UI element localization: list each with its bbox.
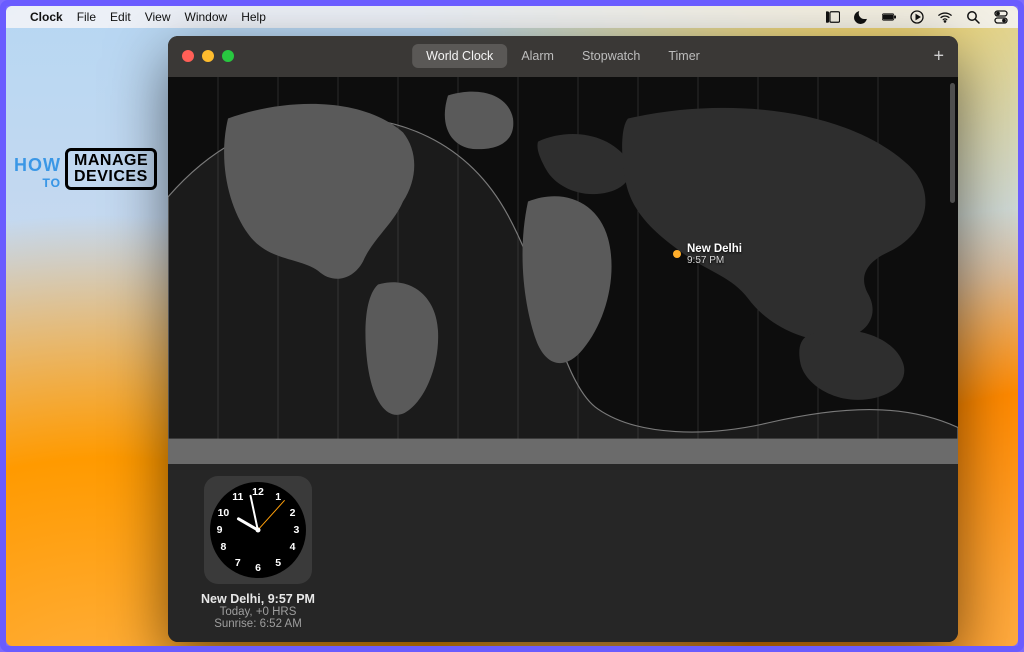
second-hand: [258, 500, 286, 531]
card-offset: Today, +0 HRS: [201, 606, 315, 618]
menu-edit[interactable]: Edit: [110, 10, 131, 24]
menu-file[interactable]: File: [77, 10, 96, 24]
battery-icon[interactable]: [882, 10, 896, 24]
screen-mirroring-icon[interactable]: [910, 10, 924, 24]
menu-help[interactable]: Help: [241, 10, 266, 24]
wifi-icon[interactable]: [938, 10, 952, 24]
titlebar: World Clock Alarm Stopwatch Timer +: [168, 36, 958, 77]
menubar: Clock File Edit View Window Help: [6, 6, 1018, 28]
city-pin-name: New Delhi: [687, 243, 742, 255]
menu-window[interactable]: Window: [185, 10, 228, 24]
tab-stopwatch[interactable]: Stopwatch: [568, 44, 654, 68]
add-clock-button[interactable]: +: [933, 46, 944, 67]
menu-view[interactable]: View: [145, 10, 171, 24]
minimize-button[interactable]: [202, 50, 214, 62]
watermark-line1: MANAGE: [74, 152, 148, 169]
zoom-button[interactable]: [222, 50, 234, 62]
clock-card-new-delhi[interactable]: 12 1 2 3 4 5 6 7 8 9 10 11: [182, 476, 334, 630]
watermark-how: HOW: [14, 155, 61, 175]
map-scrollbar[interactable]: [950, 83, 955, 203]
menubar-right: [826, 10, 1008, 24]
pin-dot-icon: [673, 250, 681, 258]
menubar-left: Clock File Edit View Window Help: [16, 10, 266, 24]
city-pin-time: 9:57 PM: [687, 255, 742, 266]
control-center-icon[interactable]: [994, 10, 1008, 24]
close-button[interactable]: [182, 50, 194, 62]
world-map-svg: [168, 77, 958, 464]
analog-clock: 12 1 2 3 4 5 6 7 8 9 10 11: [210, 482, 306, 578]
tab-alarm[interactable]: Alarm: [507, 44, 568, 68]
watermark-line2: DEVICES: [74, 169, 148, 185]
card-title: New Delhi, 9:57 PM: [201, 592, 315, 606]
watermark-logo: HOW TO MANAGE DEVICES: [14, 148, 157, 190]
clock-pivot: [256, 528, 261, 533]
world-map[interactable]: New Delhi 9:57 PM: [168, 77, 958, 464]
window-controls: [182, 50, 234, 62]
menubar-app-name[interactable]: Clock: [30, 10, 63, 24]
spotlight-icon[interactable]: [966, 10, 980, 24]
card-sunrise: Sunrise: 6:52 AM: [201, 618, 315, 630]
stage-manager-icon[interactable]: [826, 10, 840, 24]
watermark-to: TO: [14, 176, 61, 190]
city-pin-new-delhi[interactable]: New Delhi 9:57 PM: [673, 243, 742, 266]
do-not-disturb-icon[interactable]: [854, 10, 868, 24]
tab-timer[interactable]: Timer: [654, 44, 713, 68]
tab-bar: World Clock Alarm Stopwatch Timer: [412, 44, 714, 68]
clock-window: World Clock Alarm Stopwatch Timer +: [168, 36, 958, 642]
clock-cards-row: 12 1 2 3 4 5 6 7 8 9 10 11: [168, 464, 958, 642]
clock-face: 12 1 2 3 4 5 6 7 8 9 10 11: [204, 476, 312, 584]
tab-world-clock[interactable]: World Clock: [412, 44, 507, 68]
